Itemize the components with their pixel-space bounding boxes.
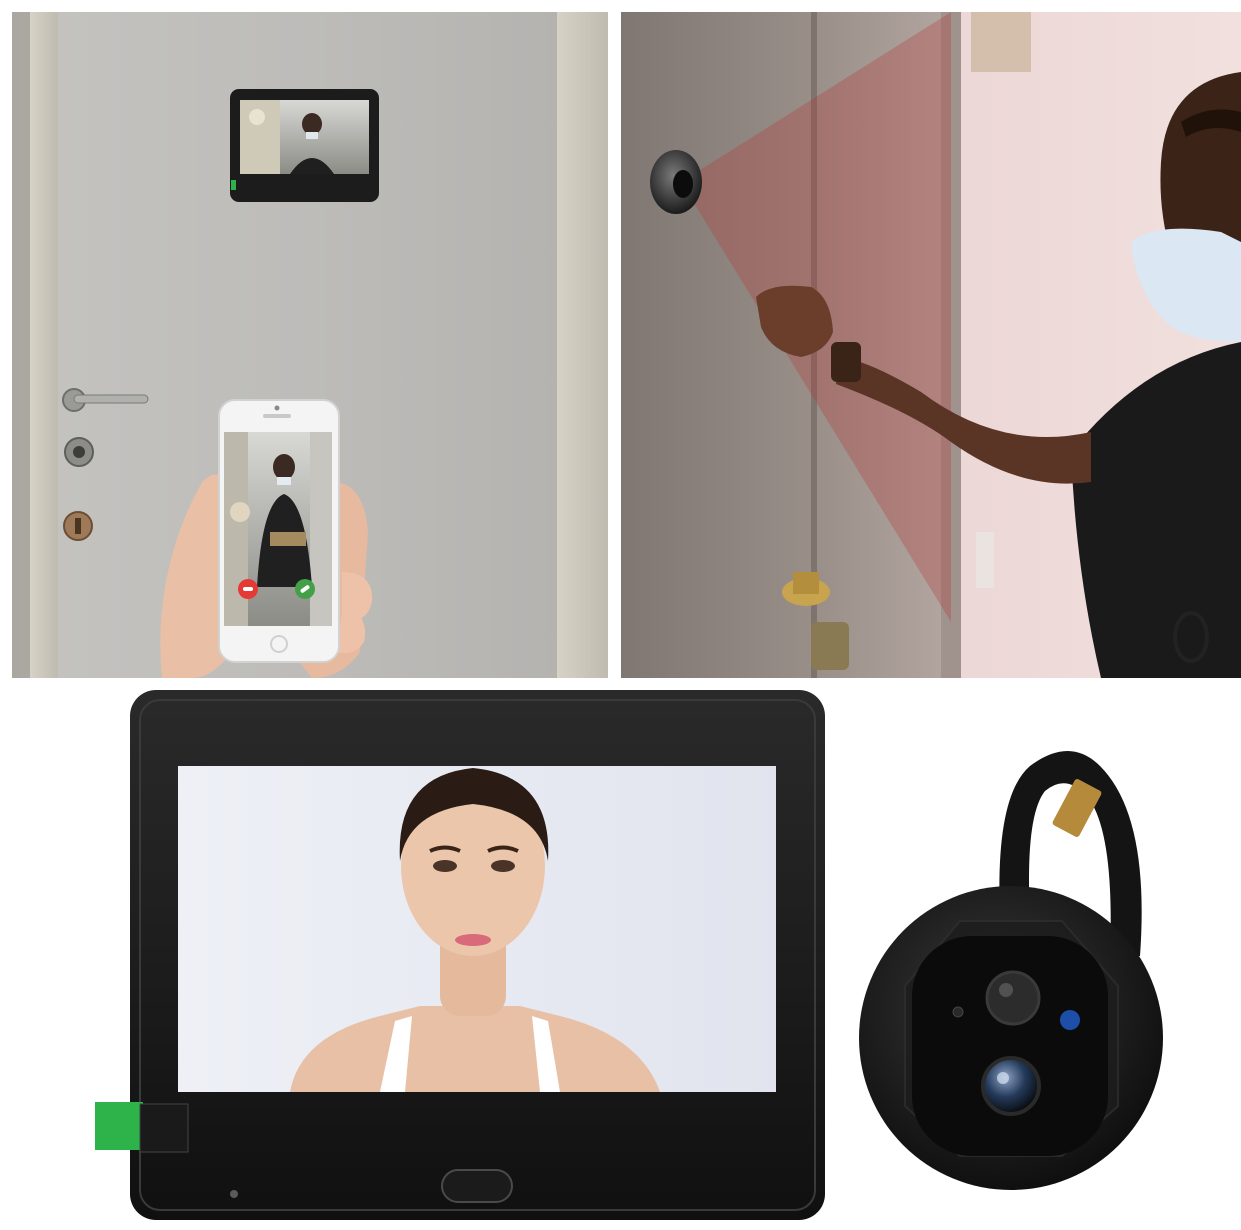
peephole-camera-unit (859, 751, 1163, 1190)
home-button-icon (441, 1169, 513, 1203)
protective-film-tab (95, 1102, 189, 1153)
wristwatch (831, 342, 861, 382)
knock-scene-panel (621, 12, 1241, 678)
deadbolt-lock (64, 437, 94, 467)
indoor-monitor (95, 690, 825, 1220)
motion-sensor (985, 970, 1041, 1026)
knock-scene-photo (621, 12, 1241, 678)
microphone-hole (230, 1190, 238, 1198)
smartphone (218, 399, 340, 663)
door-frame-left (30, 12, 58, 678)
phone-accept-icon (295, 579, 315, 599)
door-lock-cylinder (63, 511, 93, 541)
wall-switch (976, 532, 994, 588)
door-frame-right (557, 12, 608, 678)
product-scene-panel (0, 686, 1241, 1230)
peephole-camera (650, 150, 702, 214)
ir-led (1060, 1010, 1080, 1030)
door-monitor (230, 89, 379, 202)
door-scene-panel (12, 12, 608, 678)
camera-lens (981, 1056, 1041, 1116)
phone-decline-icon (238, 579, 258, 599)
door-scene-illustration (12, 12, 608, 678)
camera-face (912, 936, 1108, 1156)
product-illustration (95, 690, 1163, 1220)
